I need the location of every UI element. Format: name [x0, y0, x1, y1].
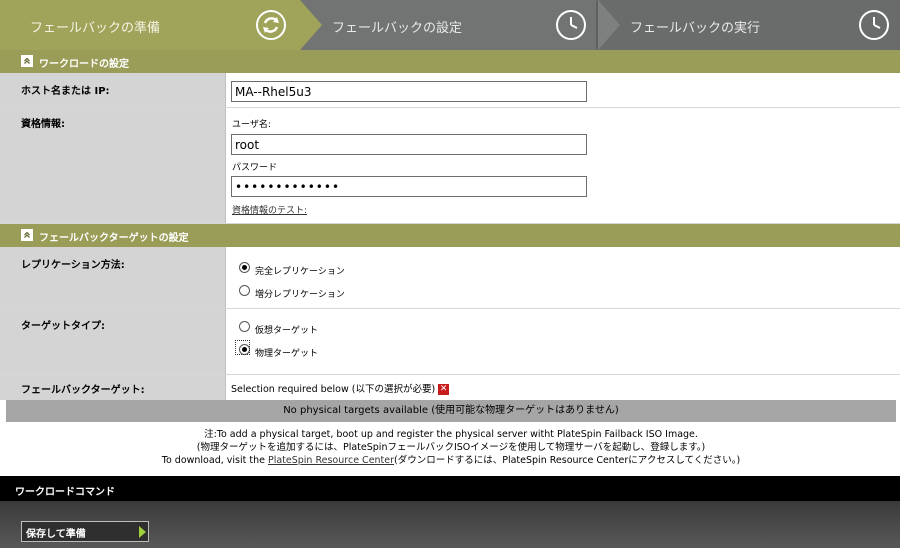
- wizard-step-prepare-label: フェールバックの準備: [30, 21, 161, 36]
- username-input[interactable]: [231, 134, 587, 155]
- password-input[interactable]: [231, 176, 587, 197]
- virtual-target-label[interactable]: 仮想ターゲット: [255, 323, 318, 336]
- target-type-row: ターゲットタイプ: 仮想ターゲット 物理ターゲット: [0, 309, 900, 375]
- no-targets-banner: No physical targets available (使用可能な物理ター…: [6, 400, 896, 422]
- save-and-prepare-label: 保存して準備: [26, 529, 86, 540]
- clock-icon: [556, 10, 586, 40]
- replication-row: レプリケーション方法: 完全レプリケーション 増分レプリケーション: [0, 247, 900, 309]
- password-label: パスワード: [232, 163, 278, 173]
- failback-target-label: フェールバックターゲット:: [21, 385, 145, 396]
- command-area: 保存して準備: [0, 501, 900, 548]
- selection-required-text: Selection required below (以下の選択が必要) ✕: [231, 381, 450, 395]
- hostname-input[interactable]: [231, 81, 587, 102]
- target-settings-header[interactable]: フェールバックターゲットの設定: [0, 224, 900, 247]
- replication-label: レプリケーション方法:: [21, 260, 125, 271]
- collapse-icon[interactable]: [21, 229, 33, 241]
- note-line-2: (物理ターゲットを追加するには、PlateSpinフェールバックISOイメージを…: [196, 442, 706, 453]
- collapse-icon[interactable]: [21, 55, 33, 67]
- test-credentials-link[interactable]: 資格情報のテスト:: [232, 203, 307, 216]
- credentials-label: 資格情報:: [21, 119, 65, 130]
- hostname-label: ホスト名または IP:: [21, 86, 110, 97]
- virtual-target-radio[interactable]: [239, 321, 250, 332]
- label-cell: レプリケーション方法:: [0, 247, 226, 308]
- workload-commands-header: ワークロードコマンド: [0, 476, 900, 501]
- username-label: ユーザ名:: [232, 120, 271, 130]
- wizard-step-configure-label: フェールバックの設定: [332, 21, 463, 36]
- wizard-step-prepare: フェールバックの準備: [0, 0, 300, 50]
- wizard-step-configure: フェールバックの設定: [300, 0, 596, 50]
- wizard-step-execute-label: フェールバックの実行: [630, 21, 761, 36]
- refresh-icon: [256, 10, 286, 40]
- section-title: ワークロードの設定: [39, 59, 129, 70]
- label-cell: 資格情報:: [0, 108, 226, 223]
- incremental-replication-label[interactable]: 増分レプリケーション: [255, 287, 345, 300]
- arrow-right-icon: [139, 526, 146, 538]
- note-line-3-prefix: To download, visit the: [161, 455, 268, 466]
- physical-target-note: 注:To add a physical target, boot up and …: [6, 422, 896, 468]
- credentials-row: 資格情報: ユーザ名: パスワード 資格情報のテスト:: [0, 108, 900, 224]
- physical-target-label[interactable]: 物理ターゲット: [255, 346, 318, 359]
- error-icon: ✕: [438, 384, 450, 395]
- section-title: フェールバックターゲットの設定: [39, 233, 189, 244]
- full-replication-label[interactable]: 完全レプリケーション: [255, 264, 345, 277]
- selection-required-message: Selection required below (以下の選択が必要): [231, 384, 436, 395]
- label-cell: ターゲットタイプ:: [0, 309, 226, 374]
- focus-indicator: [235, 340, 250, 355]
- wizard-steps: フェールバックの実行 フェールバックの設定 フェールバックの準備: [0, 0, 900, 50]
- note-line-3: To download, visit the PlateSpin Resourc…: [6, 454, 896, 467]
- wizard-step-execute: フェールバックの実行: [600, 0, 900, 50]
- target-type-label: ターゲットタイプ:: [21, 321, 105, 332]
- wizard-chevron: [300, 0, 322, 50]
- workload-settings-header[interactable]: ワークロードの設定: [0, 50, 900, 73]
- incremental-replication-radio[interactable]: [239, 285, 250, 296]
- clock-icon: [859, 10, 889, 40]
- label-cell: ホスト名または IP:: [0, 73, 226, 107]
- wizard-chevron: [598, 0, 620, 50]
- label-cell: フェールバックターゲット:: [0, 375, 226, 400]
- note-line-1: 注:To add a physical target, boot up and …: [204, 429, 698, 440]
- full-replication-radio[interactable]: [239, 262, 250, 273]
- note-line-3-suffix: (ダウンロードするには、PlateSpin Resource Centerにアク…: [394, 455, 741, 466]
- hostname-row: ホスト名または IP:: [0, 73, 900, 108]
- failback-target-row: フェールバックターゲット: Selection required below (…: [0, 375, 900, 400]
- resource-center-link[interactable]: PlateSpin Resource Center: [268, 455, 394, 466]
- save-and-prepare-button[interactable]: 保存して準備: [21, 521, 149, 542]
- workload-commands-title: ワークロードコマンド: [15, 487, 115, 498]
